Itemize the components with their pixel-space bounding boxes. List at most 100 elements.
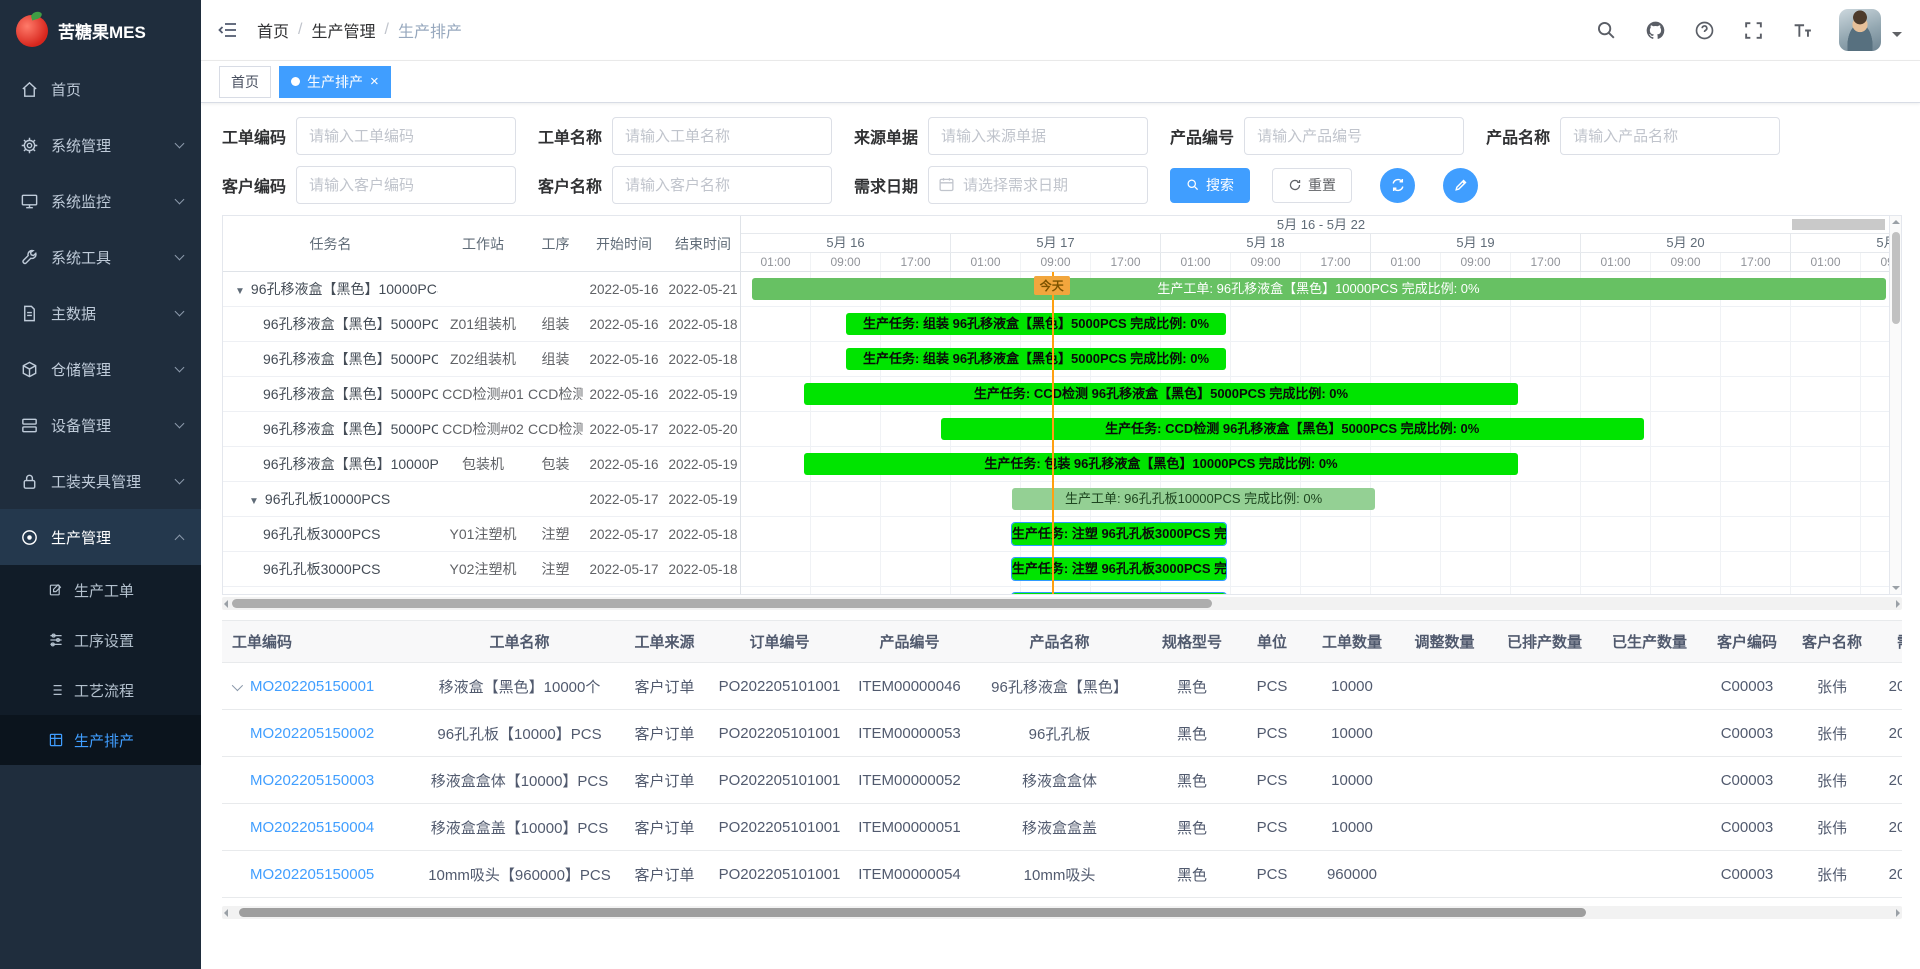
gantt-task-row[interactable]: 96孔孔板3000PCS Y01注塑机 注塑 2022-05-17 2022-0…	[223, 517, 740, 552]
sliders-icon	[48, 632, 64, 648]
demand-date-input[interactable]	[928, 166, 1148, 204]
sidebar-item-process-flow[interactable]: 工艺流程	[0, 665, 201, 715]
work-order-link[interactable]: MO202205150001	[250, 678, 374, 695]
sidebar-item-work-order[interactable]: 生产工单	[0, 565, 201, 615]
sidebar-item-master-data[interactable]: 主数据	[0, 285, 201, 341]
scrollbar-thumb[interactable]	[1892, 232, 1900, 324]
customer-name-input[interactable]	[612, 166, 832, 204]
sidebar-item-process-settings[interactable]: 工序设置	[0, 615, 201, 665]
scroll-left-arrow-icon[interactable]	[224, 600, 228, 608]
expand-chevron-icon[interactable]	[232, 679, 243, 690]
gantt-task-row[interactable]: 96孔移液盒【黑色】5000PCS CCD检测#02 CCD检测 2022-05…	[223, 412, 740, 447]
work-order-link[interactable]: MO202205150005	[250, 866, 374, 883]
table-row[interactable]: MO202205150003 移液盒盒体【10000】PCS 客户订单 PO20…	[222, 757, 1902, 804]
table-row[interactable]: MO202205150005 10mm吸头【960000】PCS 客户订单 PO…	[222, 851, 1902, 898]
gantt-task-row[interactable]: 96孔移液盒【黑色】10000PCS 包装机 包装 2022-05-16 202…	[223, 447, 740, 482]
gear-icon	[20, 136, 39, 155]
edit-button[interactable]	[1443, 168, 1478, 203]
table-row[interactable]: MO202205150002 96孔孔板【10000】PCS 客户订单 PO20…	[222, 710, 1902, 757]
sidebar-item-production[interactable]: 生产管理	[0, 509, 201, 565]
gantt-bar[interactable]: 生产任务: 包装 96孔移液盒【黑色】10000PCS 完成比例: 0%	[804, 453, 1518, 475]
gantt-task-row[interactable]: 96孔孔板3000PCS Y02注塑机 注塑 2022-05-17 2022-0…	[223, 552, 740, 587]
app-logo-icon	[16, 15, 48, 47]
column-header: 任务名	[223, 234, 438, 254]
scroll-up-arrow-icon[interactable]	[1892, 220, 1900, 224]
filter-field: 工单名称	[538, 117, 832, 155]
gantt-task-row[interactable]: 96孔孔板3000PCS Y03注塑机 注塑 2022-05-17 2022-0…	[223, 587, 740, 595]
tab-bar: 首页 生产排产	[201, 61, 1920, 103]
close-icon[interactable]	[370, 74, 379, 89]
gantt-vertical-scrollbar[interactable]	[1889, 216, 1901, 594]
sidebar-item-system-tools[interactable]: 系统工具	[0, 229, 201, 285]
work-order-code-input[interactable]	[296, 117, 516, 155]
work-order-table: 工单编码 工单名称 工单来源 订单编号 产品编号 产品名称 规格型号 单位 工单…	[222, 620, 1902, 898]
source-doc-input[interactable]	[928, 117, 1148, 155]
gantt-horizontal-scrollbar[interactable]	[222, 597, 1902, 610]
gantt-task-row[interactable]: 96孔移液盒【黑色】10000PCS 2022-05-16 2022-05-21	[223, 272, 740, 307]
avatar[interactable]	[1839, 9, 1881, 51]
column-header: 客户名称	[1792, 621, 1872, 663]
column-header: 已生产数量	[1597, 621, 1702, 663]
gantt-bar[interactable]: 生产工单: 96孔孔板10000PCS 完成比例: 0%	[1012, 488, 1375, 510]
github-button[interactable]	[1643, 18, 1667, 42]
table-horizontal-scrollbar[interactable]	[222, 906, 1902, 919]
gantt-task-row[interactable]: 96孔移液盒【黑色】5000PCS Z01组装机 组装 2022-05-16 2…	[223, 307, 740, 342]
help-button[interactable]	[1692, 18, 1716, 42]
production-submenu: 生产工单 工序设置 工艺流程 生产排产	[0, 565, 201, 765]
sidebar-item-fixture[interactable]: 工装夹具管理	[0, 453, 201, 509]
product-code-input[interactable]	[1244, 117, 1464, 155]
scroll-right-arrow-icon[interactable]	[1896, 600, 1900, 608]
search-submit-button[interactable]: 搜索	[1170, 168, 1250, 203]
sidebar-item-system-monitor[interactable]: 系统监控	[0, 173, 201, 229]
caret-down-icon[interactable]	[1892, 32, 1902, 42]
reset-button[interactable]: 重置	[1272, 168, 1352, 203]
breadcrumb-item-home[interactable]: 首页	[257, 18, 289, 42]
scrollbar-thumb[interactable]	[232, 599, 1212, 608]
sidebar-menu: 首页 系统管理 系统监控 系统工具 主数据 仓储管理	[0, 61, 201, 765]
tab-production-schedule[interactable]: 生产排产	[279, 66, 391, 98]
target-icon	[20, 528, 39, 547]
sync-button[interactable]	[1380, 168, 1415, 203]
table-row[interactable]: MO202205150004 移液盒盒盖【10000】PCS 客户订单 PO20…	[222, 804, 1902, 851]
expand-triangle-icon[interactable]	[235, 281, 251, 297]
app-logo[interactable]: 苦糖果MES	[0, 0, 201, 61]
fullscreen-button[interactable]	[1741, 18, 1765, 42]
expand-triangle-icon[interactable]	[249, 491, 265, 507]
sidebar-item-equipment[interactable]: 设备管理	[0, 397, 201, 453]
gantt-bar[interactable]: 生产任务: 组装 96孔移液盒【黑色】5000PCS 完成比例: 0%	[846, 313, 1226, 335]
customer-code-input[interactable]	[296, 166, 516, 204]
product-name-input[interactable]	[1560, 117, 1780, 155]
work-order-name-input[interactable]	[612, 117, 832, 155]
sidebar-item-production-schedule[interactable]: 生产排产	[0, 715, 201, 765]
sidebar: 苦糖果MES 首页 系统管理 系统监控 系统工具 主数据 仓储管理	[0, 0, 201, 969]
gantt-bar[interactable]: 生产任务: CCD检测 96孔移液盒【黑色】5000PCS 完成比例: 0%	[804, 383, 1518, 405]
column-header: 工单编码	[222, 621, 422, 663]
sidebar-item-home[interactable]: 首页	[0, 61, 201, 117]
gantt-bar[interactable]: 生产任务: 注塑 96孔孔板3000PCS 完成比例: 0%	[1012, 523, 1226, 545]
gantt-task-row[interactable]: 96孔孔板10000PCS 2022-05-17 2022-05-19	[223, 482, 740, 517]
gantt-bar[interactable]: 生产任务: 组装 96孔移液盒【黑色】5000PCS 完成比例: 0%	[846, 348, 1226, 370]
sidebar-toggle-button[interactable]	[201, 0, 255, 61]
timeline-scrollbar-thumb[interactable]	[1792, 219, 1885, 230]
scroll-down-arrow-icon[interactable]	[1892, 586, 1900, 590]
sidebar-item-system-admin[interactable]: 系统管理	[0, 117, 201, 173]
work-order-link[interactable]: MO202205150004	[250, 819, 374, 836]
breadcrumb-item-production[interactable]: 生产管理	[311, 18, 375, 42]
table-row[interactable]: MO202205150001 移液盒【黑色】10000个 客户订单 PO2022…	[222, 663, 1902, 710]
gantt-bar[interactable]: 生产工单: 96孔移液盒【黑色】10000PCS 完成比例: 0%	[752, 278, 1886, 300]
font-size-button[interactable]	[1790, 18, 1814, 42]
work-order-link[interactable]: MO202205150003	[250, 772, 374, 789]
gantt-task-row[interactable]: 96孔移液盒【黑色】5000PCS CCD检测#01 CCD检测 2022-05…	[223, 377, 740, 412]
gantt-task-row[interactable]: 96孔移液盒【黑色】5000PCS Z02组装机 组装 2022-05-16 2…	[223, 342, 740, 377]
scroll-right-arrow-icon[interactable]	[1896, 909, 1900, 917]
search-button[interactable]	[1594, 18, 1618, 42]
gantt-bar[interactable]: 生产任务: 注塑 96孔孔板3000PCS 完成比例: 0%	[1012, 593, 1226, 594]
gantt-bar[interactable]: 生产任务: 注塑 96孔孔板3000PCS 完成比例: 0%	[1012, 558, 1226, 580]
sidebar-item-warehouse[interactable]: 仓储管理	[0, 341, 201, 397]
tab-home[interactable]: 首页	[219, 66, 271, 98]
chevron-down-icon	[175, 306, 185, 316]
gantt-bar[interactable]: 生产任务: CCD检测 96孔移液盒【黑色】5000PCS 完成比例: 0%	[941, 418, 1645, 440]
scroll-left-arrow-icon[interactable]	[224, 909, 228, 917]
scrollbar-thumb[interactable]	[239, 908, 1586, 917]
work-order-link[interactable]: MO202205150002	[250, 725, 374, 742]
